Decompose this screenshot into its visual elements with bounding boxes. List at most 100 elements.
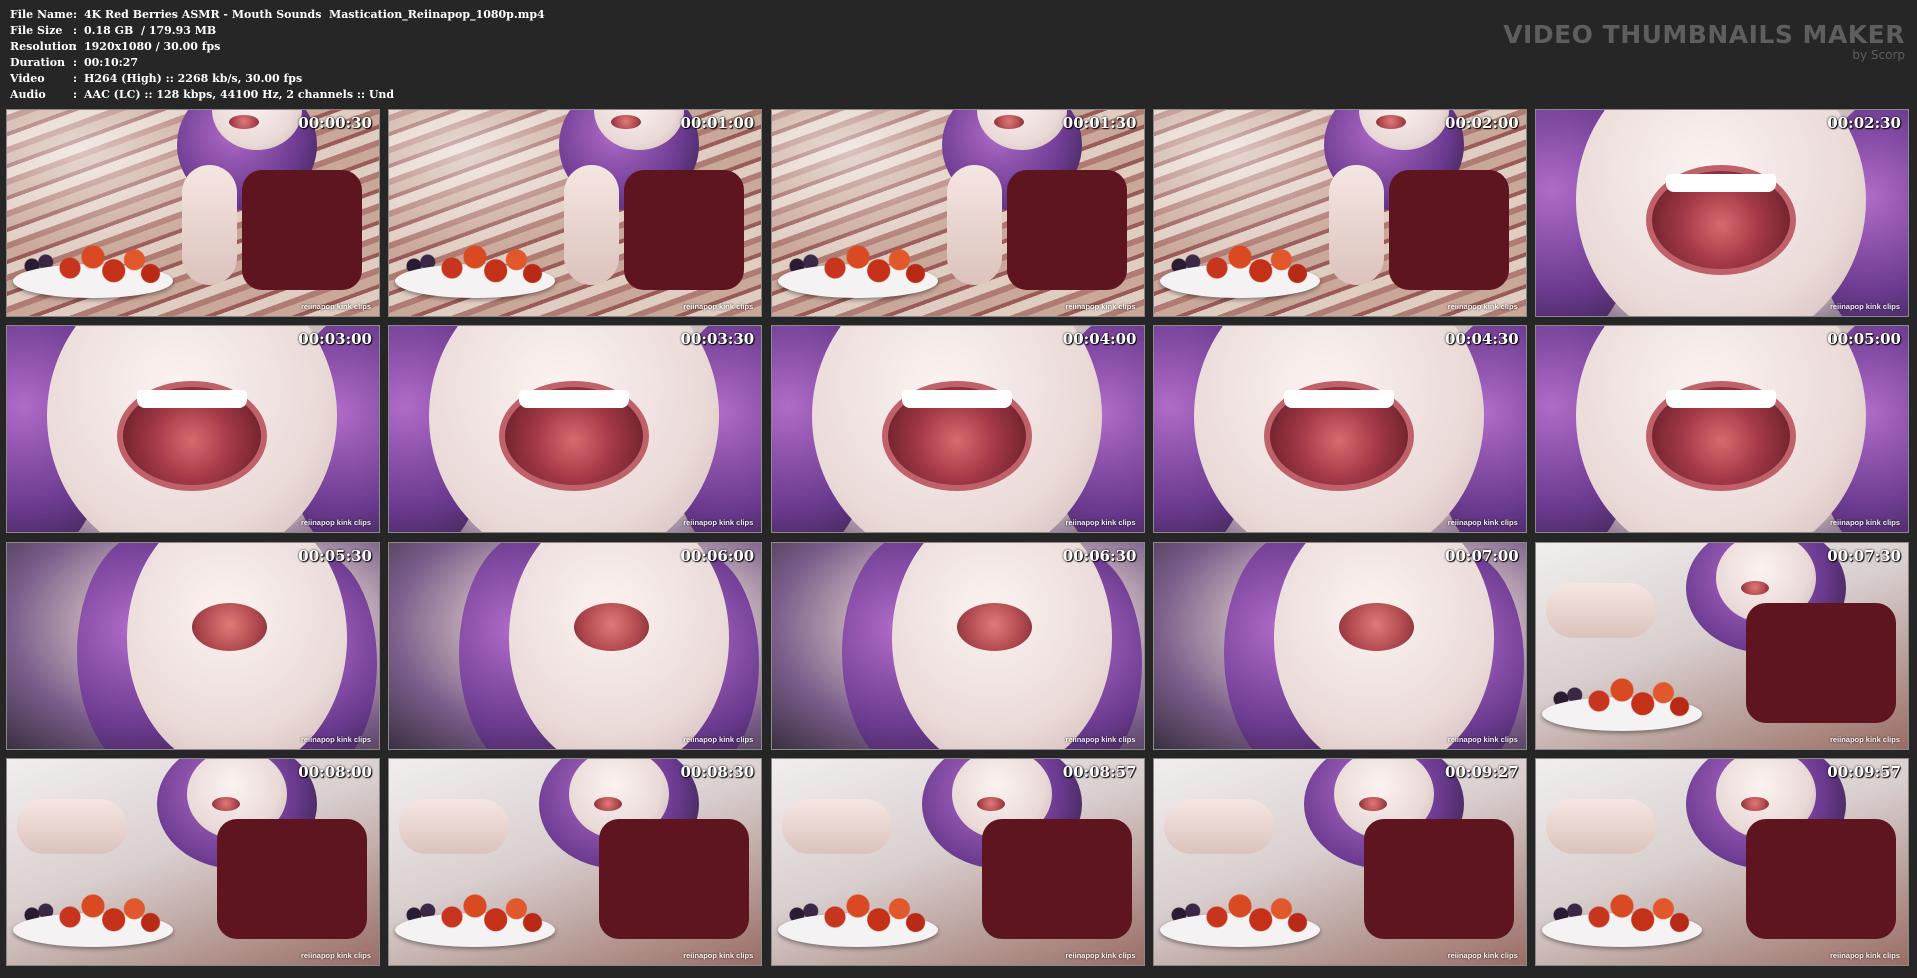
timestamp-label: 00:06:00	[680, 546, 755, 565]
video-thumbnail[interactable]: 00:05:00 reiinapop kink clips	[1535, 325, 1909, 534]
frame-shape-lips	[192, 602, 267, 651]
info-label: File Size	[10, 23, 63, 37]
frame-shape-berries	[811, 883, 927, 939]
watermark-text: reiinapop kink clips	[683, 518, 754, 528]
timestamp-label: 00:04:00	[1062, 330, 1137, 349]
frame-shape-shirt	[1363, 818, 1514, 939]
video-thumbnail[interactable]: 00:08:00 reiinapop kink clips	[6, 757, 380, 966]
frame-shape-shirt	[981, 818, 1132, 939]
watermark-text: reiinapop kink clips	[1829, 302, 1900, 311]
info-row-file-size: File Size:0.18 GB / 179.93 MB	[10, 23, 545, 39]
info-row-video: Video: H264 (High) :: 2268 kb/s, 30.00 fp…	[10, 71, 545, 87]
frame-shape-berries	[811, 235, 927, 290]
timestamp-label: 00:05:00	[1827, 330, 1901, 349]
timestamp-label: 00:09:27	[1445, 762, 1519, 781]
video-thumbnail[interactable]: 00:03:30 reiinapop kink clips	[388, 325, 763, 534]
video-thumbnail[interactable]: 00:06:00 reiinapop kink clips	[388, 541, 763, 750]
frame-shape-teeth	[519, 390, 630, 409]
info-row-file-name: File Name:4K Red Berries ASMR - Mouth So…	[10, 7, 545, 23]
frame-shape-arm	[1546, 798, 1656, 854]
watermark-text: reiinapop kink clips	[1829, 734, 1900, 744]
timestamp-label: 00:02:00	[1445, 114, 1519, 132]
video-thumbnail[interactable]: 00:03:00 reiinapop kink clips	[6, 325, 380, 534]
timestamp-label: 00:07:00	[1445, 546, 1519, 565]
frame-shape-arm	[1546, 582, 1656, 638]
brand-title: VIDEO THUMBNAILS MAKER	[1503, 20, 1905, 49]
info-separator: :	[73, 71, 78, 85]
video-thumbnail[interactable]: 00:01:00 reiinapop kink clips	[388, 109, 763, 317]
info-label: Audio	[10, 87, 46, 101]
frame-shape-shirt	[1388, 170, 1509, 290]
video-thumbnail[interactable]: 00:09:27 reiinapop kink clips	[1152, 757, 1527, 966]
frame-shape-berries	[1576, 883, 1691, 939]
frame-shape-berries	[1193, 883, 1309, 939]
info-value-file-size: 0.18 GB / 179.93 MB	[84, 23, 217, 37]
timestamp-label: 00:03:30	[680, 330, 755, 349]
timestamp-label: 00:01:00	[680, 114, 755, 132]
frame-shape-arm	[1328, 165, 1384, 285]
video-thumbnail[interactable]: 00:07:00 reiinapop kink clips	[1152, 541, 1527, 750]
watermark-text: reiinapop kink clips	[683, 950, 754, 960]
frame-shape-arm	[17, 798, 127, 854]
watermark-text: reiinapop kink clips	[1065, 518, 1136, 528]
frame-shape-shirt	[1746, 818, 1896, 939]
video-thumbnail[interactable]: 00:04:00 reiinapop kink clips	[770, 325, 1145, 534]
frame-shape-lips	[1741, 580, 1769, 595]
video-thumbnail[interactable]: 00:02:00 reiinapop kink clips	[1152, 109, 1527, 317]
info-row-duration: Duration:00:10:27	[10, 55, 545, 71]
info-separator: :	[73, 55, 78, 69]
video-thumbnail[interactable]: 00:07:30 reiinapop kink clips	[1535, 541, 1909, 750]
info-label: Duration	[10, 55, 66, 69]
frame-shape-teeth	[137, 390, 247, 409]
frame-shape-teeth	[1283, 390, 1394, 409]
timestamp-label: 00:03:00	[298, 330, 372, 349]
video-thumbnail[interactable]: 00:01:30 reiinapop kink clips	[770, 109, 1145, 317]
frame-shape-teeth	[1666, 174, 1776, 192]
frame-shape-lips	[229, 115, 259, 129]
frame-shape-arm	[946, 165, 1002, 285]
frame-shape-arm	[182, 165, 237, 285]
watermark-text: reiinapop kink clips	[300, 302, 371, 311]
watermark-text: reiinapop kink clips	[1065, 734, 1136, 744]
frame-shape-berries	[47, 883, 162, 939]
video-thumbnail[interactable]: 00:04:30 reiinapop kink clips	[1152, 325, 1527, 534]
info-separator: :	[73, 23, 78, 37]
brand-logo: VIDEO THUMBNAILS MAKER by Scorp	[1503, 20, 1905, 62]
info-row-resolution: Resolution:1920x1080 / 30.00 fps	[10, 39, 545, 55]
timestamp-label: 00:09:57	[1827, 762, 1901, 781]
frame-shape-berries	[1576, 667, 1691, 723]
watermark-text: reiinapop kink clips	[1829, 518, 1900, 528]
timestamp-label: 00:08:57	[1062, 762, 1137, 781]
video-thumbnail[interactable]: 00:02:30 reiinapop kink clips	[1535, 109, 1909, 317]
watermark-text: reiinapop kink clips	[300, 518, 371, 528]
timestamp-label: 00:05:30	[298, 546, 372, 565]
frame-shape-teeth	[1666, 390, 1776, 409]
frame-shape-lips	[1358, 796, 1387, 811]
watermark-text: reiinapop kink clips	[1065, 302, 1136, 311]
frame-shape-lips	[956, 602, 1032, 651]
watermark-text: reiinapop kink clips	[1447, 734, 1518, 744]
video-thumbnail[interactable]: 00:09:57 reiinapop kink clips	[1535, 757, 1909, 966]
frame-shape-lips	[993, 115, 1024, 129]
frame-shape-teeth	[901, 390, 1012, 409]
frame-shape-arm	[781, 798, 892, 854]
timestamp-label: 00:07:30	[1827, 546, 1901, 565]
thumbnail-grid: 00:00:30 reiinapop kink clips 00:01:00 reii…	[6, 109, 1913, 966]
timestamp-label: 00:08:30	[680, 762, 755, 781]
frame-shape-berries	[47, 235, 162, 290]
watermark-text: reiinapop kink clips	[1447, 302, 1518, 311]
frame-shape-shirt	[242, 170, 362, 290]
video-thumbnail[interactable]: 00:08:57 reiinapop kink clips	[770, 757, 1145, 966]
watermark-text: reiinapop kink clips	[1829, 950, 1900, 960]
frame-shape-shirt	[1746, 602, 1896, 723]
frame-shape-lips	[594, 796, 623, 811]
frame-shape-arm	[399, 798, 510, 854]
video-thumbnail[interactable]: 00:06:30 reiinapop kink clips	[770, 541, 1145, 750]
video-thumbnail[interactable]: 00:00:30 reiinapop kink clips	[6, 109, 380, 317]
watermark-text: reiinapop kink clips	[1447, 518, 1518, 528]
video-thumbnail[interactable]: 00:05:30 reiinapop kink clips	[6, 541, 380, 750]
watermark-text: reiinapop kink clips	[300, 950, 371, 960]
frame-shape-lips	[1338, 602, 1414, 651]
frame-shape-shirt	[1006, 170, 1127, 290]
video-thumbnail[interactable]: 00:08:30 reiinapop kink clips	[388, 757, 763, 966]
